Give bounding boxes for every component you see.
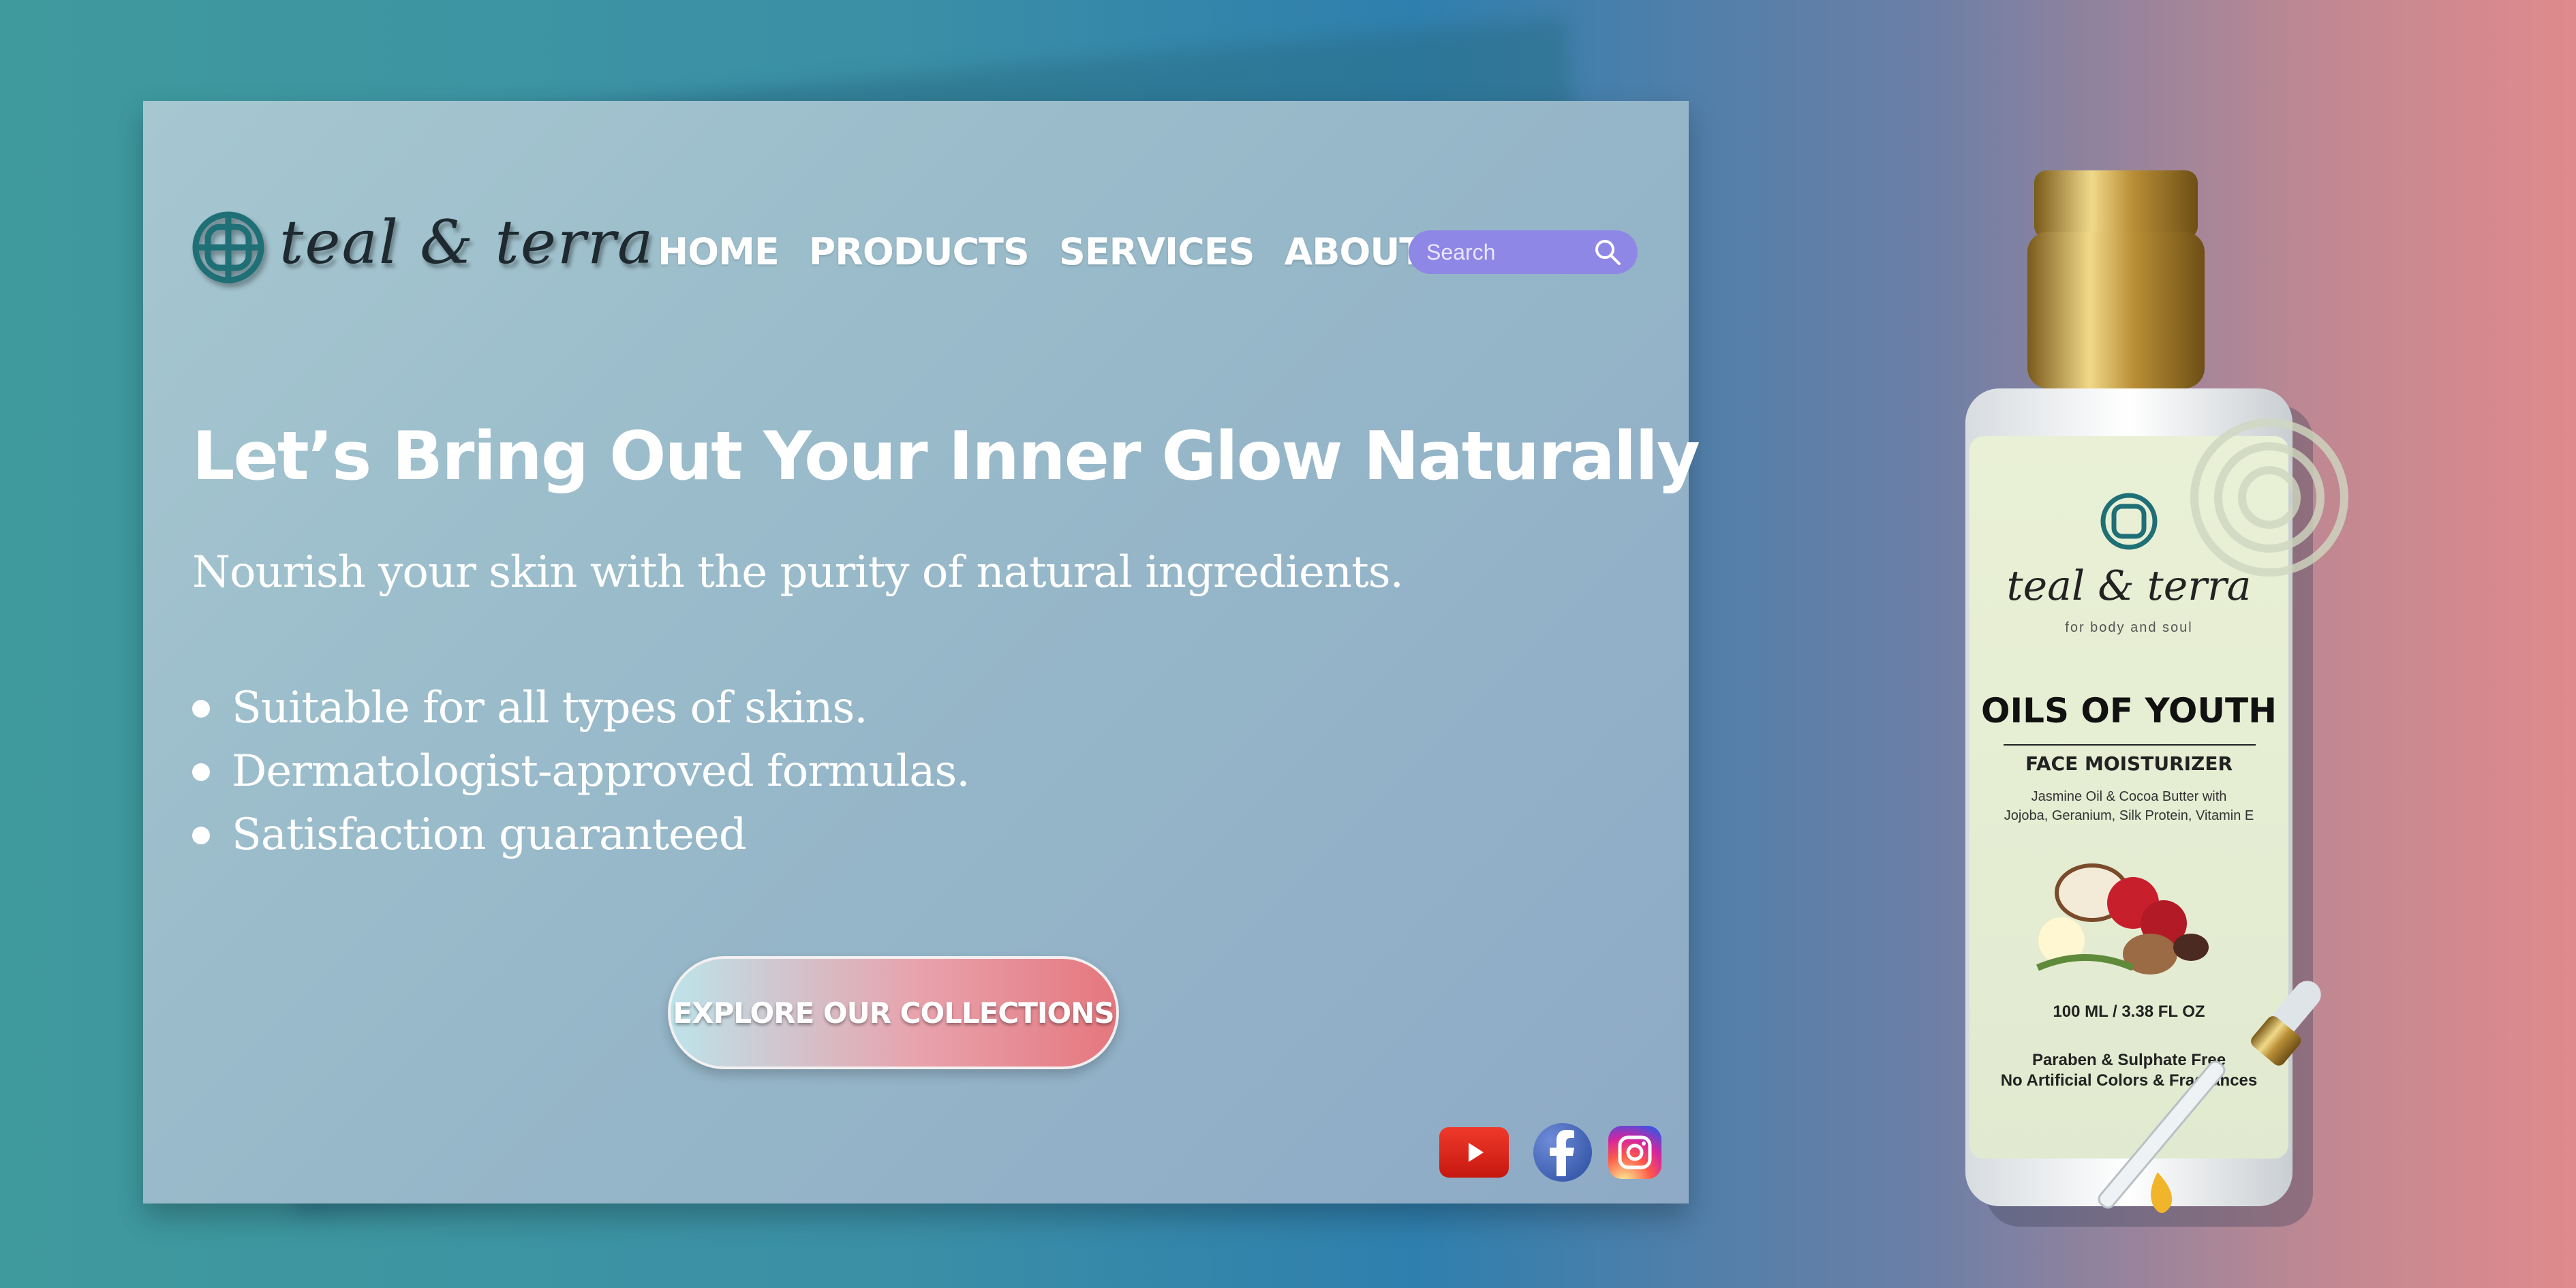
list-item: Dermatologist-approved formulas. [192, 740, 970, 803]
product-type: FACE MOISTURIZER [2025, 752, 2233, 775]
nav-about[interactable]: ABOUT [1284, 230, 1424, 273]
list-item: Suitable for all types of skins. [192, 677, 970, 740]
knot-logo-icon [192, 211, 264, 283]
bullet-icon [192, 763, 210, 781]
nav-home[interactable]: HOME [658, 230, 780, 273]
product-name: OILS OF YOUTH [1981, 691, 2277, 731]
product-bottle-image: teal & terra for body and soul OILS OF Y… [1965, 170, 2348, 1227]
list-item: Satisfaction guaranteed [192, 803, 970, 867]
camera-icon [1618, 1135, 1652, 1169]
search-bar [1409, 230, 1638, 274]
hero-subtitle: Nourish your skin with the purity of nat… [192, 547, 1404, 598]
nav-services[interactable]: SERVICES [1059, 230, 1255, 273]
cta-label: EXPLORE OUR COLLECTIONS [673, 996, 1114, 1030]
brand-name: teal & terra [279, 207, 655, 277]
hero-card: teal & terra HOME PRODUCTS SERVICES ABOU… [143, 101, 1700, 1203]
bullet-icon [192, 826, 210, 844]
benefit-text: Satisfaction guaranteed [232, 810, 747, 860]
product-volume: 100 ML / 3.38 FL OZ [2053, 1002, 2205, 1021]
main-nav: HOME PRODUCTS SERVICES ABOUT [658, 230, 1424, 273]
nav-products[interactable]: PRODUCTS [809, 230, 1030, 273]
hero-headline: Let’s Bring Out Your Inner Glow Naturall… [192, 418, 1700, 495]
benefits-list: Suitable for all types of skins. Dermato… [192, 677, 970, 867]
play-icon [1469, 1143, 1484, 1162]
bottle-brand: teal & terra [2007, 562, 2252, 610]
bullet-icon [192, 699, 210, 718]
benefit-text: Suitable for all types of skins. [232, 683, 868, 733]
facebook-f-icon [1550, 1130, 1574, 1176]
ingredients-line-2: Jojoba, Geranium, Silk Protein, Vitamin … [2004, 808, 2254, 823]
explore-collections-button[interactable]: EXPLORE OUR COLLECTIONS [668, 956, 1119, 1069]
search-input[interactable] [1425, 239, 1593, 266]
bottle-tagline: for body and soul [2065, 620, 2192, 635]
youtube-icon[interactable] [1439, 1127, 1509, 1178]
facebook-icon[interactable] [1533, 1123, 1592, 1182]
brand-logo[interactable]: teal & terra [177, 203, 653, 292]
ingredients-line-1: Jasmine Oil & Cocoa Butter with [2031, 789, 2227, 804]
search-icon[interactable] [1593, 237, 1623, 267]
instagram-icon[interactable] [1608, 1126, 1661, 1179]
claim-paraben-free: Paraben & Sulphate Free [2032, 1051, 2226, 1069]
benefit-text: Dermatologist-approved formulas. [232, 746, 970, 797]
